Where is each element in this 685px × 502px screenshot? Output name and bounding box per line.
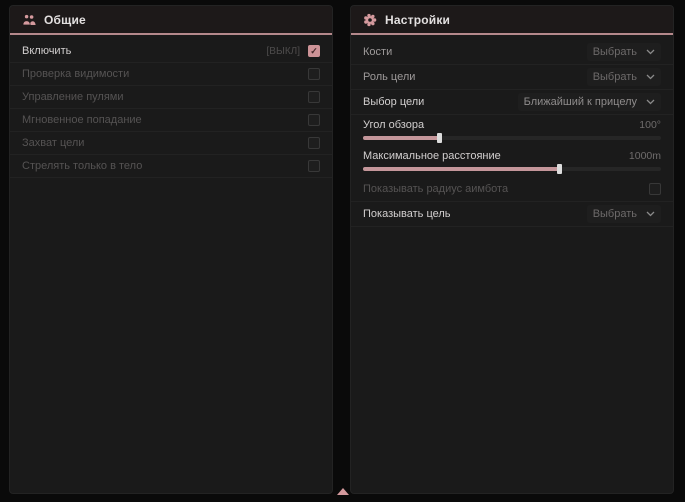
row-label: Кости xyxy=(363,46,392,58)
body-only-checkbox[interactable]: ✓ xyxy=(308,160,320,172)
show-target-dropdown[interactable]: Выбрать xyxy=(587,205,661,223)
row-bones: Кости Выбрать xyxy=(351,40,673,65)
gear-icon xyxy=(363,13,377,27)
dropdown-value: Выбрать xyxy=(593,46,637,58)
bullet-control-checkbox[interactable]: ✓ xyxy=(308,91,320,103)
fov-value: 100° xyxy=(639,119,661,131)
row-label: Мгновенное попадание xyxy=(22,114,142,126)
chevron-down-icon xyxy=(646,99,655,105)
row-body-only: Стрелять только в тело ✓ xyxy=(10,155,332,178)
row-label: Управление пулями xyxy=(22,91,124,103)
row-visibility-check: Проверка видимости ✓ xyxy=(10,63,332,86)
keybind-label[interactable]: [ВЫКЛ] xyxy=(267,46,300,57)
instant-hit-checkbox[interactable]: ✓ xyxy=(308,114,320,126)
users-icon xyxy=(22,14,36,26)
enable-checkbox[interactable]: ✓ xyxy=(308,45,320,57)
row-label: Включить xyxy=(22,45,71,57)
row-enable: Включить [ВЫКЛ] ✓ xyxy=(10,40,332,63)
max-distance-value: 1000m xyxy=(629,150,661,162)
max-distance-slider[interactable] xyxy=(363,167,661,171)
check-icon: ✓ xyxy=(310,47,318,56)
panel-title: Общие xyxy=(44,13,86,27)
max-distance-slider-handle[interactable] xyxy=(557,164,562,174)
row-max-distance: Максимальное расстояние 1000m xyxy=(351,146,673,177)
row-show-aimbot-radius: Показывать радиус аимбота ✓ xyxy=(351,177,673,202)
panel-general-header: Общие xyxy=(10,6,332,35)
panel-title: Настройки xyxy=(385,13,450,27)
row-label: Показывать цель xyxy=(363,208,451,220)
panel-settings-rows: Кости Выбрать Роль цели Выбрать Выбор це… xyxy=(351,35,673,227)
dropdown-value: Выбрать xyxy=(593,71,637,83)
target-lock-checkbox[interactable]: ✓ xyxy=(308,137,320,149)
row-label: Роль цели xyxy=(363,71,415,83)
chevron-down-icon xyxy=(646,74,655,80)
row-label: Угол обзора xyxy=(363,119,424,131)
panel-general-rows: Включить [ВЫКЛ] ✓ Проверка видимости ✓ У… xyxy=(10,35,332,178)
row-label: Показывать радиус аимбота xyxy=(363,183,508,195)
dropdown-value: Выбрать xyxy=(593,208,637,220)
row-show-target: Показывать цель Выбрать xyxy=(351,202,673,227)
dropdown-value: Ближайший к прицелу xyxy=(524,96,637,108)
fov-slider-handle[interactable] xyxy=(437,133,442,143)
row-label: Стрелять только в тело xyxy=(22,160,142,172)
row-fov: Угол обзора 100° xyxy=(351,115,673,146)
target-role-dropdown[interactable]: Выбрать xyxy=(587,68,661,86)
panel-settings-header: Настройки xyxy=(351,6,673,35)
visibility-check-checkbox[interactable]: ✓ xyxy=(308,68,320,80)
fov-slider[interactable] xyxy=(363,136,661,140)
row-label: Выбор цели xyxy=(363,96,424,108)
bones-dropdown[interactable]: Выбрать xyxy=(587,43,661,61)
chevron-down-icon xyxy=(646,49,655,55)
fov-slider-fill xyxy=(363,136,440,140)
row-label: Максимальное расстояние xyxy=(363,150,501,162)
panel-general: Общие Включить [ВЫКЛ] ✓ Проверка видимос… xyxy=(9,5,333,494)
row-target-selection: Выбор цели Ближайший к прицелу xyxy=(351,90,673,115)
chevron-down-icon xyxy=(646,211,655,217)
panel-settings: Настройки Кости Выбрать Роль цели Выбрат… xyxy=(350,5,674,494)
row-label: Захват цели xyxy=(22,137,84,149)
row-target-lock: Захват цели ✓ xyxy=(10,132,332,155)
show-aimbot-radius-checkbox[interactable]: ✓ xyxy=(649,183,661,195)
row-target-role: Роль цели Выбрать xyxy=(351,65,673,90)
row-instant-hit: Мгновенное попадание ✓ xyxy=(10,109,332,132)
row-label: Проверка видимости xyxy=(22,68,129,80)
target-selection-dropdown[interactable]: Ближайший к прицелу xyxy=(518,93,661,111)
triangle-up-icon xyxy=(337,488,349,495)
row-bullet-control: Управление пулями ✓ xyxy=(10,86,332,109)
max-distance-slider-fill xyxy=(363,167,560,171)
